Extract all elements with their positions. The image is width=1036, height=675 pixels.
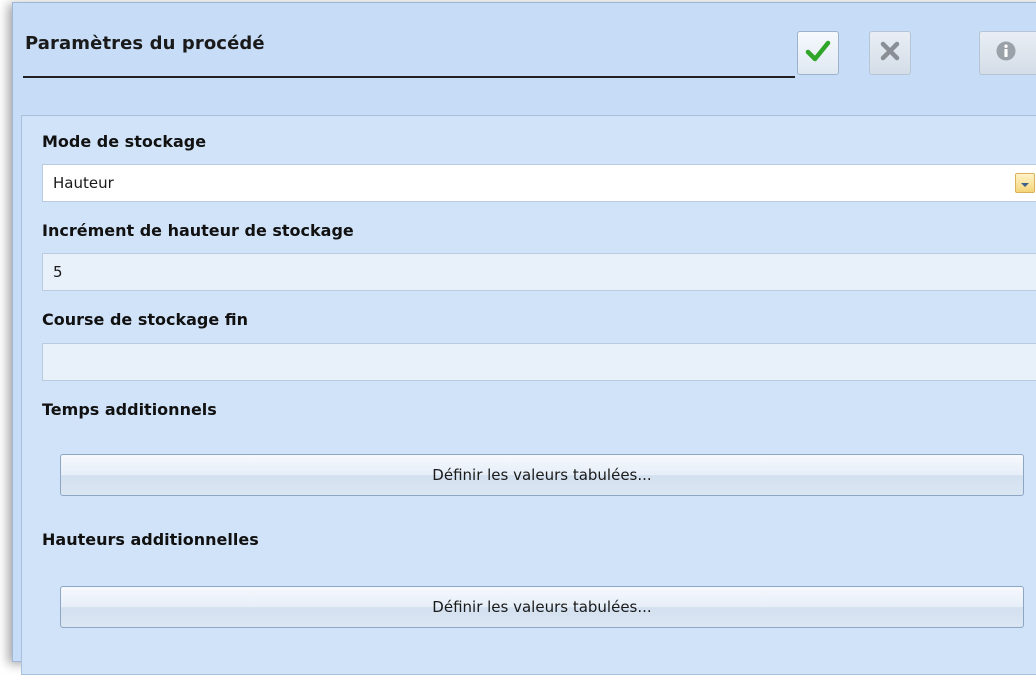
storage-mode-label: Mode de stockage xyxy=(42,132,207,151)
storage-height-increment-value: 5 xyxy=(53,263,63,281)
cross-icon xyxy=(879,40,901,66)
additional-heights-label: Hauteurs additionnelles xyxy=(42,530,259,549)
fine-storage-stroke-label: Course de stockage fin xyxy=(42,310,249,329)
storage-mode-value: Hauteur xyxy=(53,174,114,192)
process-parameters-dialog: Paramètres du procédé Mode de stockage H… xyxy=(12,2,1036,675)
additional-heights-button-label: Définir les valeurs tabulées... xyxy=(432,598,652,616)
additional-times-define-button[interactable]: Définir les valeurs tabulées... xyxy=(60,454,1024,496)
title-underline xyxy=(23,76,795,78)
info-icon xyxy=(995,40,1017,66)
info-button[interactable] xyxy=(979,31,1036,75)
storage-height-increment-input[interactable]: 5 xyxy=(42,253,1036,291)
additional-times-label: Temps additionnels xyxy=(42,400,217,419)
dialog-title: Paramètres du procédé xyxy=(25,33,265,54)
storage-height-increment-label: Incrément de hauteur de stockage xyxy=(42,221,354,240)
additional-times-button-label: Définir les valeurs tabulées... xyxy=(432,466,652,484)
additional-heights-define-button[interactable]: Définir les valeurs tabulées... xyxy=(60,586,1024,628)
storage-mode-select[interactable]: Hauteur xyxy=(42,164,1036,202)
fine-storage-stroke-input[interactable] xyxy=(42,343,1036,381)
confirm-button[interactable] xyxy=(797,31,839,75)
cancel-button[interactable] xyxy=(869,31,911,75)
storage-mode-dropdown-button[interactable] xyxy=(1015,173,1035,193)
dialog-header: Paramètres du procédé xyxy=(13,3,1036,103)
chevron-down-icon xyxy=(1020,174,1030,192)
parameters-panel: Mode de stockage Hauteur Incrément de ha… xyxy=(21,115,1036,675)
checkmark-icon xyxy=(805,39,831,67)
